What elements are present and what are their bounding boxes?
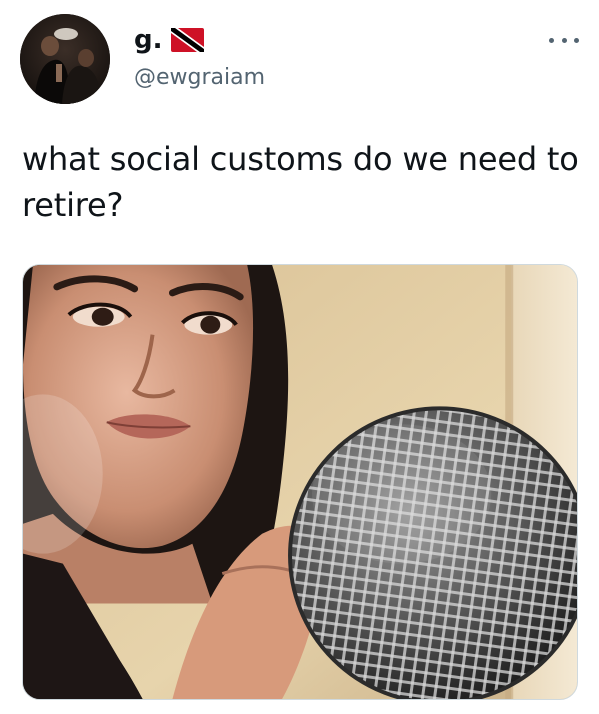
tweet-media[interactable] bbox=[22, 264, 578, 700]
more-dot bbox=[574, 37, 579, 43]
more-dot bbox=[561, 37, 567, 43]
tweet-card: g. @ewgraiam what social customs do we n… bbox=[0, 0, 599, 714]
tweet-text: what social customs do we need to retire… bbox=[22, 140, 579, 224]
avatar-photo-icon bbox=[20, 14, 110, 104]
display-name[interactable]: g. bbox=[134, 22, 163, 58]
trinidad-and-tobago-flag-icon bbox=[170, 28, 204, 52]
more-dot bbox=[549, 37, 554, 43]
author-handle[interactable]: @ewgraiam bbox=[134, 64, 265, 92]
more-options-icon[interactable] bbox=[549, 30, 579, 50]
author-name-row[interactable]: g. bbox=[134, 22, 204, 58]
avatar[interactable] bbox=[20, 14, 110, 104]
photo-woman-holding-microphone bbox=[23, 265, 577, 699]
